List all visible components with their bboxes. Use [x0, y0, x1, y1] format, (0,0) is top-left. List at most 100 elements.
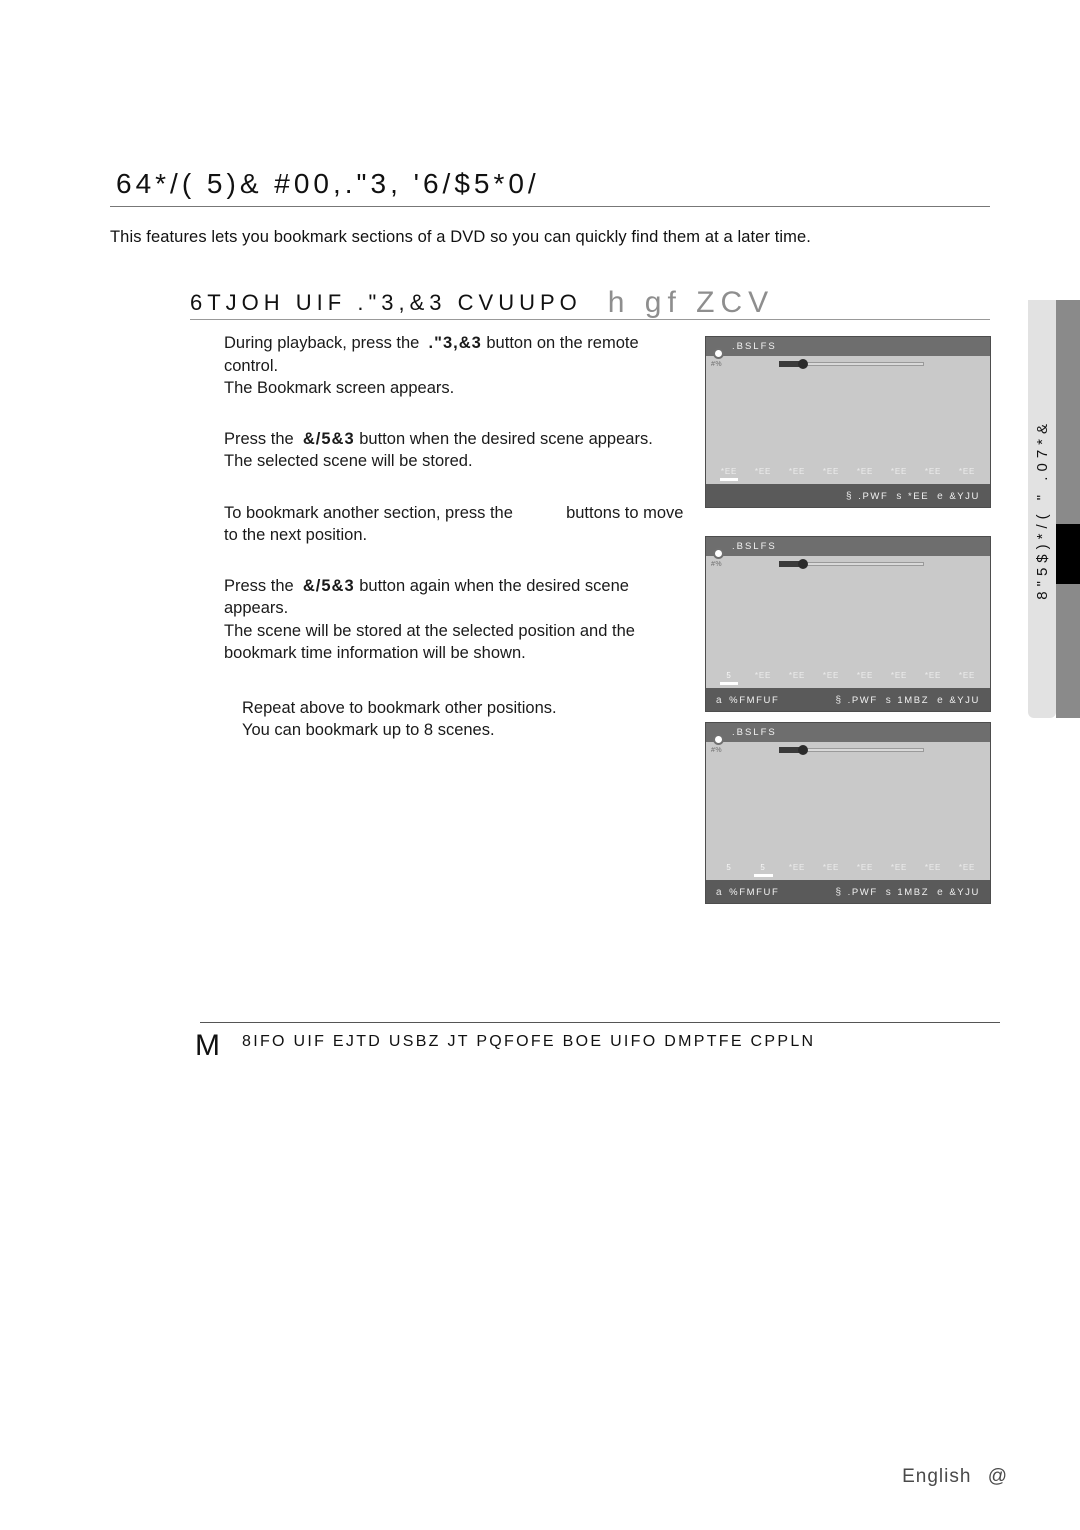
bookmark-slot[interactable]: *EE — [814, 863, 848, 872]
osd-status-label: &YJU — [949, 887, 980, 898]
step-line: Press the &/5&3 button again when the de… — [224, 575, 694, 598]
bookmark-slot[interactable]: *EE — [814, 671, 848, 680]
bookmark-slot[interactable]: *EE — [916, 863, 950, 872]
bookmark-slot[interactable]: 5 — [712, 671, 746, 680]
progress-knob[interactable] — [798, 359, 808, 369]
step-text: appears. — [224, 599, 289, 617]
section-heading-block: 6TJOH UIF ."3,&3 CVUUPO h gf ZCV — [190, 278, 990, 320]
step-text: button when the desired scene appears. — [354, 429, 653, 448]
button-name-keyword: ."3,&3 — [428, 334, 482, 352]
osd-status-label: *EE — [907, 491, 930, 502]
bookmark-slot[interactable]: *EE — [746, 467, 780, 476]
disc-icon — [713, 348, 724, 359]
bookmark-cursor-underline — [720, 682, 739, 685]
osd-status-label: &YJU — [949, 695, 980, 706]
osd-status-label: .PWF — [858, 491, 889, 502]
button-key-icon: s — [885, 695, 893, 706]
bookmark-slot[interactable]: *EE — [814, 467, 848, 476]
osd-status-bar: a %FMFUF § .PWF s 1MBZ e &YJU — [706, 688, 990, 711]
bookmark-slot[interactable]: 5 — [746, 863, 780, 872]
bookmark-slot[interactable]: *EE — [848, 467, 882, 476]
bookmark-slot[interactable]: 5 — [712, 863, 746, 872]
osd-screenshot-1: .BSLFS #% *EE *EE *EE *EE *EE *EE *EE *EE § .PWF s *E… — [705, 336, 991, 508]
playback-progress-bar[interactable] — [779, 559, 924, 569]
osd-body: #% 5 *EE *EE *EE *EE *EE *EE *EE — [706, 548, 990, 682]
osd-status-label: 1MBZ — [897, 695, 930, 706]
osd-status-item: § .PWF — [846, 491, 888, 502]
footer-page-number: @ — [987, 1466, 1008, 1487]
playback-progress-bar[interactable] — [779, 359, 924, 369]
bookmark-slot[interactable]: *EE — [950, 671, 984, 680]
disc-type-label: #% — [711, 747, 723, 754]
osd-screenshot-3: .BSLFS #% 5 5 *EE *EE *EE *EE *EE *EE a %FMFUF § .PWF… — [705, 722, 991, 904]
step-text: Press the — [224, 576, 303, 595]
osd-status-right: § .PWF s *EE e &YJU — [846, 491, 980, 502]
bookmark-slot-row: *EE *EE *EE *EE *EE *EE *EE *EE — [706, 467, 990, 476]
step-press-marker: During playback, press the ."3,&3 button… — [224, 332, 694, 400]
bookmark-slot[interactable]: *EE — [712, 467, 746, 476]
button-key-icon: s — [885, 887, 893, 898]
progress-knob[interactable] — [798, 745, 808, 755]
osd-status-label: %FMFUF — [729, 887, 780, 898]
osd-body: #% *EE *EE *EE *EE *EE *EE *EE *EE — [706, 348, 990, 478]
button-key-icon: a — [716, 695, 724, 706]
osd-status-left: a %FMFUF — [716, 695, 812, 706]
progress-knob[interactable] — [798, 559, 808, 569]
bookmark-slot-row: 5 5 *EE *EE *EE *EE *EE *EE — [706, 863, 990, 872]
step-line: To bookmark another section, press the b… — [224, 502, 694, 525]
section-divider — [190, 319, 990, 320]
playback-progress-bar[interactable] — [779, 745, 924, 755]
bookmark-slot[interactable]: *EE — [950, 467, 984, 476]
step-text: button on the remote — [481, 334, 639, 352]
bookmark-slot[interactable]: *EE — [882, 863, 916, 872]
section-title: 6TJOH UIF ."3,&3 CVUUPO — [190, 290, 582, 315]
step-repeat-note: Repeat above to bookmark other positions… — [224, 697, 694, 742]
disc-icon — [713, 734, 724, 745]
step-line: control. — [224, 355, 694, 378]
bookmark-slot[interactable]: *EE — [848, 863, 882, 872]
step-line: Press the &/5&3 button when the desired … — [224, 428, 694, 451]
osd-body: #% 5 5 *EE *EE *EE *EE *EE *EE — [706, 734, 990, 874]
bookmark-cursor-row — [706, 682, 990, 688]
bookmark-slot[interactable]: *EE — [780, 467, 814, 476]
note-text: 8IFO UIF EJTD USBZ JT PQFOFE BOE UIFO DM… — [242, 1033, 816, 1050]
step-text: The selected scene will be stored. — [224, 452, 473, 470]
section-heading-row: 6TJOH UIF ."3,&3 CVUUPO h gf ZCV — [190, 278, 990, 318]
step-line: appears. — [224, 597, 694, 620]
note-row: M 8IFO UIF EJTD USBZ JT PQFOFE BOE UIFO … — [195, 1031, 1080, 1061]
osd-status-item: e &YJU — [937, 887, 980, 898]
chapter-side-tab: 8"5$)*/( " .07*& — [1028, 300, 1056, 718]
step-line: Repeat above to bookmark other positions… — [242, 698, 557, 717]
bookmark-slot-row: 5 *EE *EE *EE *EE *EE *EE *EE — [706, 671, 990, 680]
step-line: The selected scene will be stored. — [224, 450, 694, 473]
osd-status-left: a %FMFUF — [716, 887, 812, 898]
step-text: The scene will be stored at the selected… — [224, 621, 635, 640]
bookmark-slot[interactable]: *EE — [882, 467, 916, 476]
note-divider — [200, 1022, 1000, 1023]
bookmark-slot[interactable]: *EE — [780, 863, 814, 872]
step-text: To bookmark another section, press the — [224, 503, 518, 522]
button-key-icon: e — [937, 695, 945, 706]
step-line: During playback, press the ."3,&3 button… — [224, 332, 694, 355]
button-name-keyword: &/5&3 — [302, 576, 355, 595]
button-name-keyword: &/5&3 — [302, 429, 355, 448]
bookmark-slot[interactable]: *EE — [882, 671, 916, 680]
osd-status-label: %FMFUF — [729, 695, 780, 706]
step-text: buttons to move — [561, 503, 684, 522]
osd-status-label: .PWF — [847, 887, 878, 898]
chapter-side-tab-label: 8"5$)*/( " .07*& — [1033, 418, 1051, 600]
bookmark-slot[interactable]: *EE — [916, 467, 950, 476]
osd-status-item: § .PWF — [835, 695, 877, 706]
bookmark-slot[interactable]: *EE — [916, 671, 950, 680]
step-text: control. — [224, 356, 279, 375]
bookmark-slot[interactable]: *EE — [780, 671, 814, 680]
bookmark-cursor-row — [706, 478, 990, 484]
intro-paragraph: This features lets you bookmark sections… — [110, 228, 811, 246]
bookmark-slot[interactable]: *EE — [848, 671, 882, 680]
chapter-side-bar — [1056, 300, 1080, 718]
bookmark-slot[interactable]: *EE — [746, 671, 780, 680]
osd-status-item: s *EE — [896, 491, 929, 502]
bookmark-slot[interactable]: *EE — [950, 863, 984, 872]
button-key-icon: § — [846, 491, 854, 502]
note-block: M 8IFO UIF EJTD USBZ JT PQFOFE BOE UIFO … — [195, 1022, 1080, 1061]
